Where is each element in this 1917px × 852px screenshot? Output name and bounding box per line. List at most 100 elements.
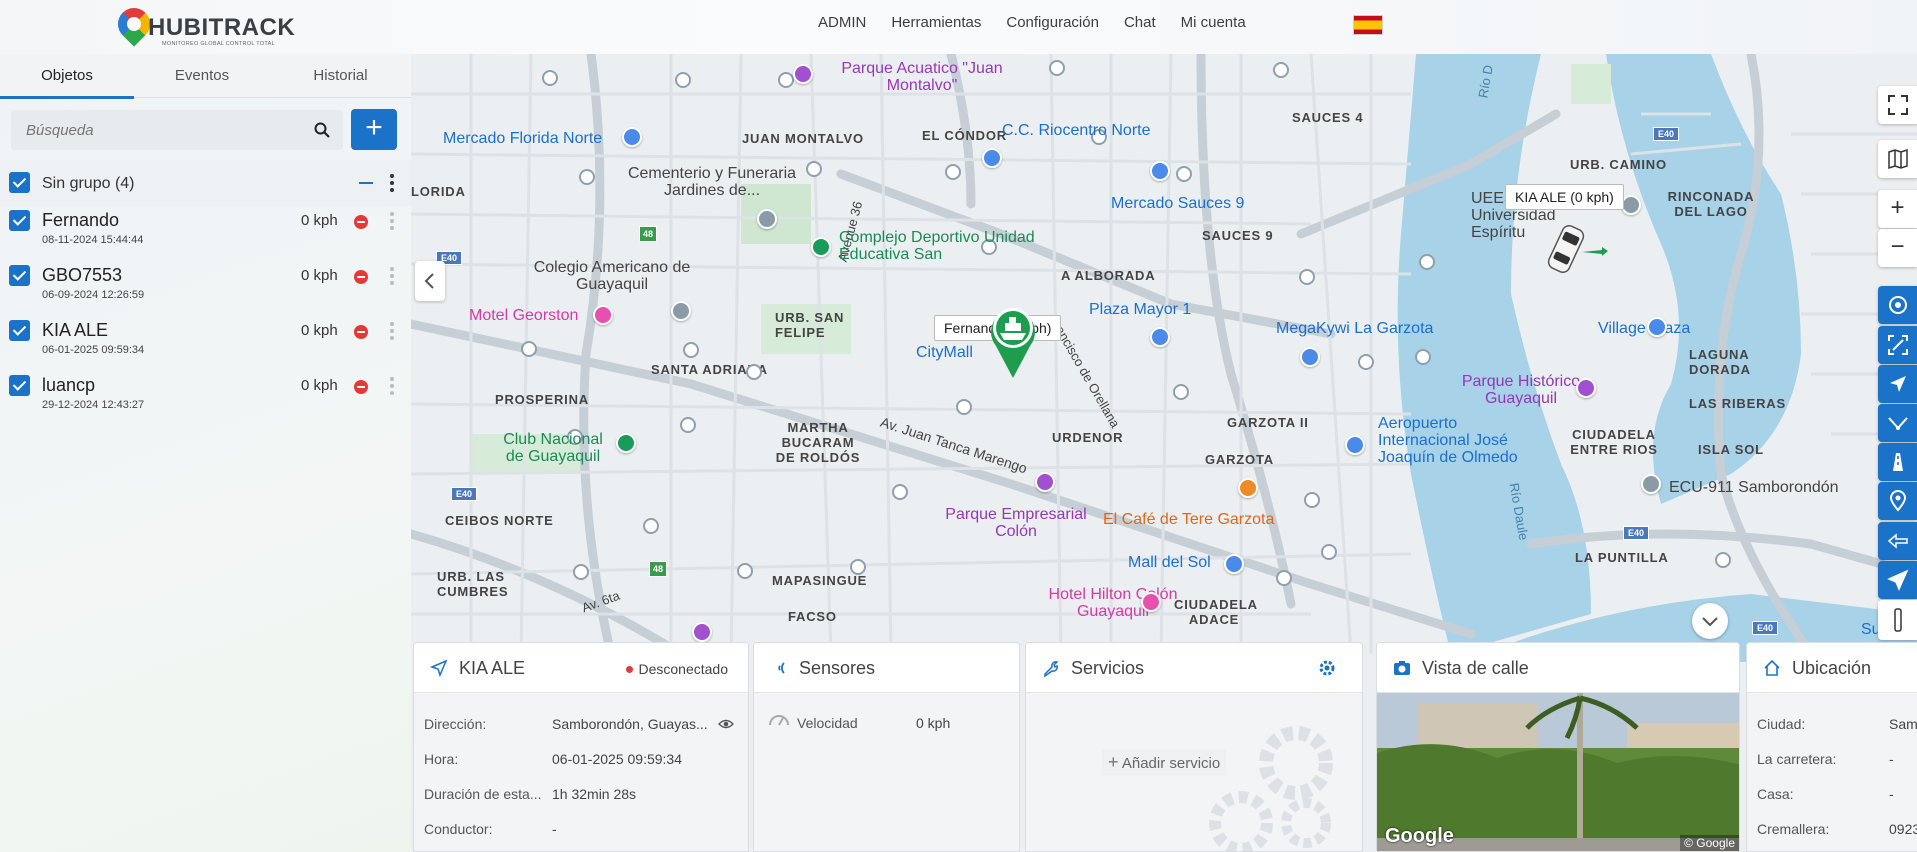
hubitrack-logo[interactable]: HUBITRACK MONITOREO GLOBAL CONTROL TOTAL: [111, 1, 295, 48]
shopping-bag-icon[interactable]: [1300, 347, 1320, 367]
tab-objetos[interactable]: Objetos: [0, 54, 134, 99]
tab-eventos[interactable]: Eventos: [134, 54, 270, 98]
object-menu-icon[interactable]: [390, 212, 394, 230]
bus-stop-icon[interactable]: [1715, 552, 1731, 568]
street-view-image[interactable]: Google © Google: [1377, 693, 1739, 851]
shopping-bag-icon[interactable]: [1647, 317, 1667, 337]
route-button[interactable]: [1878, 404, 1917, 442]
bus-stop-icon[interactable]: [737, 563, 753, 579]
tab-historial[interactable]: Historial: [270, 54, 411, 98]
poi-label[interactable]: Club Nacional de Guayaquil: [493, 431, 613, 465]
poi-label[interactable]: Mercado Sauces 9: [1111, 195, 1244, 212]
nav-mi-cuenta[interactable]: Mi cuenta: [1181, 14, 1246, 31]
zoom-out-button[interactable]: −: [1878, 229, 1917, 267]
object-row[interactable]: Fernando 08-11-2024 15:44:44 0 kph: [0, 206, 411, 261]
hotel-icon[interactable]: [593, 305, 613, 325]
poi-label[interactable]: Parque Empresarial Colón: [941, 506, 1091, 540]
poi-label[interactable]: ECU-911 Samborondón: [1669, 479, 1839, 496]
poi-label[interactable]: Complejo Deportivo Unidad Educativa San: [839, 229, 1079, 263]
shopping-cart-icon[interactable]: [622, 127, 642, 147]
poi-label[interactable]: Plaza Mayor 1: [1089, 301, 1191, 318]
collapse-group-icon[interactable]: [359, 182, 373, 184]
bus-stop-icon[interactable]: [850, 559, 866, 575]
bus-stop-icon[interactable]: [746, 364, 762, 380]
nav-configuracion[interactable]: Configuración: [1006, 14, 1099, 31]
shopping-bag-icon[interactable]: [1150, 327, 1170, 347]
shopping-bag-icon[interactable]: [982, 148, 1002, 168]
poi-label[interactable]: Motel Georston: [469, 307, 578, 324]
history-button[interactable]: [1878, 522, 1917, 560]
club-icon[interactable]: [616, 433, 636, 453]
collapse-sidebar-button[interactable]: [415, 261, 445, 301]
search-icon[interactable]: [313, 121, 331, 139]
shopping-icon[interactable]: [692, 622, 712, 642]
expand-panel-button[interactable]: [1692, 603, 1728, 639]
nav-herramientas[interactable]: Herramientas: [891, 14, 981, 31]
bus-stop-icon[interactable]: [1173, 384, 1189, 400]
add-service-button[interactable]: + Añadir servicio: [1102, 750, 1227, 775]
bus-stop-icon[interactable]: [1321, 544, 1337, 560]
bus-stop-icon[interactable]: [573, 564, 589, 580]
nav-chat[interactable]: Chat: [1124, 14, 1156, 31]
places-button[interactable]: [1878, 482, 1917, 520]
bus-stop-icon[interactable]: [1415, 349, 1431, 365]
bus-stop-icon[interactable]: [1176, 166, 1192, 182]
poi-label[interactable]: El Café de Tere Garzota: [1103, 511, 1274, 528]
poi-label[interactable]: Parque Acuatico "Juan Montalvo": [822, 60, 1022, 94]
bus-stop-icon[interactable]: [1419, 254, 1435, 270]
bus-stop-icon[interactable]: [1049, 60, 1065, 76]
poi-label[interactable]: Mall del Sol: [1128, 554, 1211, 571]
water-park-icon[interactable]: [793, 64, 813, 84]
bus-stop-icon[interactable]: [778, 72, 794, 88]
poi-label[interactable]: Colegio Americano de Guayaquil: [517, 259, 707, 293]
fullscreen-button[interactable]: [1878, 86, 1917, 124]
object-row[interactable]: luancp 29-12-2024 12:43:27 0 kph: [0, 371, 411, 426]
group-row[interactable]: Sin grupo (4): [0, 160, 411, 206]
object-row[interactable]: GBO7553 06-09-2024 12:26:59 0 kph: [0, 261, 411, 316]
poi-label[interactable]: MegaKywi La Garzota: [1276, 320, 1433, 337]
bus-stop-icon[interactable]: [542, 70, 558, 86]
object-menu-icon[interactable]: [390, 377, 394, 395]
poi-label[interactable]: C.C. Riocentro Norte: [1002, 122, 1151, 139]
museum-icon[interactable]: [1576, 378, 1596, 398]
sports-icon[interactable]: [811, 237, 831, 257]
poi-label[interactable]: Mercado Florida Norte: [443, 130, 602, 147]
fit-objects-button[interactable]: [1878, 326, 1917, 364]
shopping-cart-icon[interactable]: [1150, 161, 1170, 181]
object-checkbox[interactable]: [9, 265, 30, 286]
school-icon[interactable]: [671, 301, 691, 321]
boat-marker-icon[interactable]: [986, 300, 1040, 380]
bus-stop-icon[interactable]: [1276, 570, 1292, 586]
bus-stop-icon[interactable]: [945, 164, 961, 180]
bus-stop-icon[interactable]: [643, 518, 659, 534]
object-menu-icon[interactable]: [390, 322, 394, 340]
poi-label[interactable]: CityMall: [916, 344, 973, 361]
government-icon[interactable]: [1641, 474, 1661, 494]
object-row[interactable]: KIA ALE 06-01-2025 09:59:34 0 kph: [0, 316, 411, 371]
eye-icon[interactable]: [718, 717, 734, 731]
map-layers-button[interactable]: [1878, 140, 1917, 178]
bus-stop-icon[interactable]: [956, 399, 972, 415]
poi-label[interactable]: Aeropuerto Internacional José Joaquín de…: [1378, 415, 1518, 466]
bus-stop-icon[interactable]: [892, 484, 908, 500]
object-checkbox[interactable]: [9, 210, 30, 231]
airport-icon[interactable]: [1345, 435, 1365, 455]
object-checkbox[interactable]: [9, 320, 30, 341]
bus-stop-icon[interactable]: [1299, 269, 1315, 285]
more-tools-button[interactable]: [1878, 600, 1917, 640]
group-checkbox[interactable]: [9, 172, 30, 193]
bus-stop-icon[interactable]: [1273, 62, 1289, 78]
poi-label[interactable]: Village Plaza: [1598, 320, 1690, 337]
add-object-button[interactable]: +: [351, 109, 397, 150]
bus-stop-icon[interactable]: [675, 72, 691, 88]
shopping-bag-icon[interactable]: [1224, 554, 1244, 574]
traffic-button[interactable]: [1878, 443, 1917, 481]
follow-object-button[interactable]: [1878, 365, 1917, 403]
bus-stop-icon[interactable]: [1304, 492, 1320, 508]
poi-label[interactable]: Hotel Hilton Colón Guayaquil: [1043, 586, 1183, 620]
bus-stop-icon[interactable]: [680, 417, 696, 433]
poi-label[interactable]: Cementerio y Funeraria Jardines de...: [612, 165, 812, 199]
bus-stop-icon[interactable]: [683, 342, 699, 358]
school-icon[interactable]: [1621, 195, 1641, 215]
gear-icon[interactable]: [1318, 659, 1336, 677]
